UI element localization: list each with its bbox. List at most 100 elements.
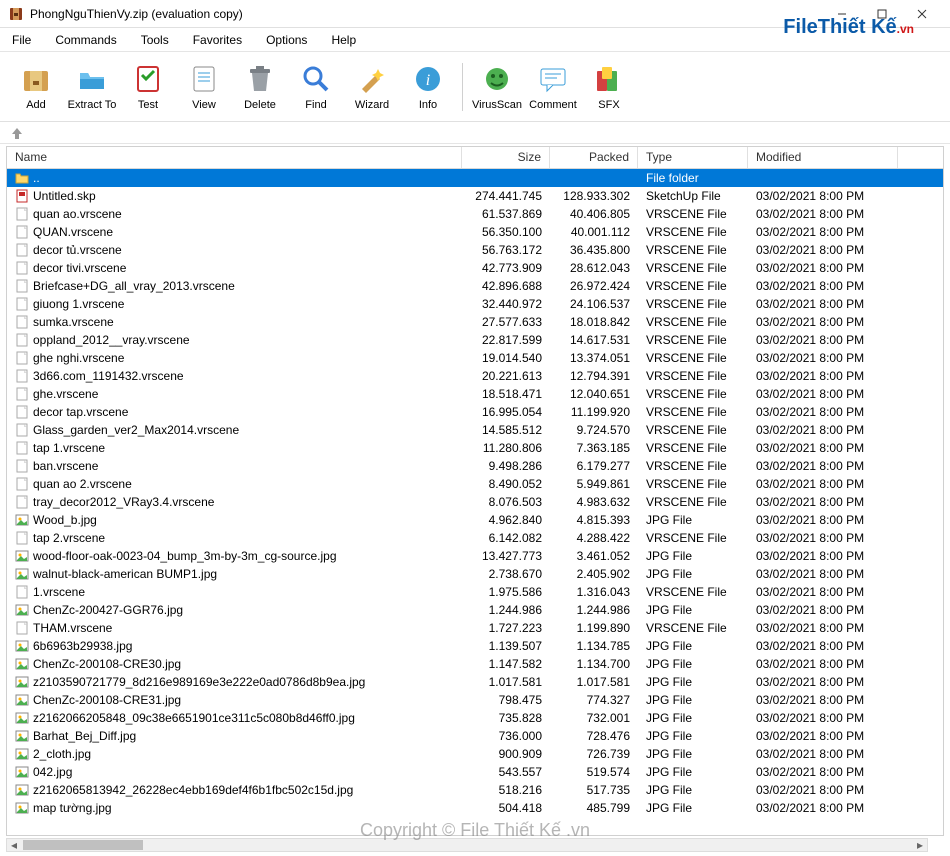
up-bar[interactable] bbox=[0, 122, 950, 144]
file-name: QUAN.vrscene bbox=[33, 225, 113, 239]
table-row[interactable]: z2162065813942_26228ec4ebb169def4f6b1fbc… bbox=[7, 781, 943, 799]
table-row[interactable]: Briefcase+DG_all_vray_2013.vrscene42.896… bbox=[7, 277, 943, 295]
file-name: tap 2.vrscene bbox=[33, 531, 105, 545]
file-packed: 3.461.052 bbox=[550, 549, 638, 563]
table-row[interactable]: ghe.vrscene18.518.47112.040.651VRSCENE F… bbox=[7, 385, 943, 403]
file-modified: 03/02/2021 8:00 PM bbox=[748, 279, 898, 293]
file-size: 735.828 bbox=[462, 711, 550, 725]
table-row[interactable]: wood-floor-oak-0023-04_bump_3m-by-3m_cg-… bbox=[7, 547, 943, 565]
table-row[interactable]: QUAN.vrscene56.350.10040.001.112VRSCENE … bbox=[7, 223, 943, 241]
file-size: 22.817.599 bbox=[462, 333, 550, 347]
file-icon bbox=[15, 333, 29, 347]
virus-button[interactable]: VirusScan bbox=[469, 56, 525, 118]
file-type: JPG File bbox=[638, 567, 748, 581]
add-button[interactable]: Add bbox=[8, 56, 64, 118]
col-packed[interactable]: Packed bbox=[550, 147, 638, 168]
table-row[interactable]: quan ao.vrscene61.537.86940.406.805VRSCE… bbox=[7, 205, 943, 223]
table-row[interactable]: z2162066205848_09c38e6651901ce311c5c080b… bbox=[7, 709, 943, 727]
table-row[interactable]: decor tap.vrscene16.995.05411.199.920VRS… bbox=[7, 403, 943, 421]
table-row[interactable]: giuong 1.vrscene32.440.97224.106.537VRSC… bbox=[7, 295, 943, 313]
file-modified: 03/02/2021 8:00 PM bbox=[748, 369, 898, 383]
table-row[interactable]: 1.vrscene1.975.5861.316.043VRSCENE File0… bbox=[7, 583, 943, 601]
minimize-button[interactable] bbox=[822, 2, 862, 26]
col-modified[interactable]: Modified bbox=[748, 147, 898, 168]
table-row[interactable]: Untitled.skp274.441.745128.933.302Sketch… bbox=[7, 187, 943, 205]
file-name: z2162066205848_09c38e6651901ce311c5c080b… bbox=[33, 711, 355, 725]
col-name[interactable]: Name bbox=[7, 147, 462, 168]
file-icon bbox=[15, 423, 29, 437]
scroll-left-icon[interactable]: ◂ bbox=[7, 839, 21, 851]
file-packed: 517.735 bbox=[550, 783, 638, 797]
file-packed: 28.612.043 bbox=[550, 261, 638, 275]
scroll-right-icon[interactable]: ▸ bbox=[913, 839, 927, 851]
file-modified: 03/02/2021 8:00 PM bbox=[748, 531, 898, 545]
file-packed: 40.406.805 bbox=[550, 207, 638, 221]
maximize-button[interactable] bbox=[862, 2, 902, 26]
menu-help[interactable]: Help bbox=[325, 31, 362, 49]
comment-button[interactable]: Comment bbox=[525, 56, 581, 118]
table-row[interactable]: z2103590721779_8d216e989169e3e222e0ad078… bbox=[7, 673, 943, 691]
file-type: JPG File bbox=[638, 657, 748, 671]
table-row[interactable]: tap 2.vrscene6.142.0824.288.422VRSCENE F… bbox=[7, 529, 943, 547]
svg-text:i: i bbox=[426, 72, 430, 89]
table-row[interactable]: ban.vrscene9.498.2866.179.277VRSCENE Fil… bbox=[7, 457, 943, 475]
table-row[interactable]: ChenZc-200108-CRE30.jpg1.147.5821.134.70… bbox=[7, 655, 943, 673]
table-row[interactable]: Barhat_Bej_Diff.jpg736.000728.476JPG Fil… bbox=[7, 727, 943, 745]
table-row[interactable]: quan ao 2.vrscene8.490.0525.949.861VRSCE… bbox=[7, 475, 943, 493]
file-type: VRSCENE File bbox=[638, 441, 748, 455]
test-button[interactable]: Test bbox=[120, 56, 176, 118]
col-size[interactable]: Size bbox=[462, 147, 550, 168]
file-rows[interactable]: ..File folderUntitled.skp274.441.745128.… bbox=[7, 169, 943, 835]
table-row[interactable]: sumka.vrscene27.577.63318.018.842VRSCENE… bbox=[7, 313, 943, 331]
wizard-button[interactable]: Wizard bbox=[344, 56, 400, 118]
file-type: JPG File bbox=[638, 603, 748, 617]
file-size: 20.221.613 bbox=[462, 369, 550, 383]
table-row[interactable]: 042.jpg543.557519.574JPG File03/02/2021 … bbox=[7, 763, 943, 781]
table-row[interactable]: ghe nghi.vrscene19.014.54013.374.051VRSC… bbox=[7, 349, 943, 367]
table-row[interactable]: oppland_2012__vray.vrscene22.817.59914.6… bbox=[7, 331, 943, 349]
close-button[interactable] bbox=[902, 2, 942, 26]
extract-button[interactable]: Extract To bbox=[64, 56, 120, 118]
table-row[interactable]: 3d66.com_1191432.vrscene20.221.61312.794… bbox=[7, 367, 943, 385]
toolbar-label: Wizard bbox=[355, 99, 389, 111]
table-row[interactable]: THAM.vrscene1.727.2231.199.890VRSCENE Fi… bbox=[7, 619, 943, 637]
delete-button[interactable]: Delete bbox=[232, 56, 288, 118]
menu-options[interactable]: Options bbox=[260, 31, 313, 49]
table-row[interactable]: Glass_garden_ver2_Max2014.vrscene14.585.… bbox=[7, 421, 943, 439]
table-row[interactable]: ChenZc-200427-GGR76.jpg1.244.9861.244.98… bbox=[7, 601, 943, 619]
menu-file[interactable]: File bbox=[6, 31, 37, 49]
menu-favorites[interactable]: Favorites bbox=[187, 31, 248, 49]
file-icon bbox=[15, 189, 29, 203]
file-name: wood-floor-oak-0023-04_bump_3m-by-3m_cg-… bbox=[33, 549, 337, 563]
table-row[interactable]: map tường.jpg504.418485.799JPG File03/02… bbox=[7, 799, 943, 817]
table-row[interactable]: Wood_b.jpg4.962.8404.815.393JPG File03/0… bbox=[7, 511, 943, 529]
view-button[interactable]: View bbox=[176, 56, 232, 118]
file-packed: 5.949.861 bbox=[550, 477, 638, 491]
file-type: JPG File bbox=[638, 783, 748, 797]
menu-commands[interactable]: Commands bbox=[49, 31, 122, 49]
menu-tools[interactable]: Tools bbox=[135, 31, 175, 49]
sfx-button[interactable]: SFX bbox=[581, 56, 637, 118]
table-row[interactable]: tray_decor2012_VRay3.4.vrscene8.076.5034… bbox=[7, 493, 943, 511]
parent-folder-row[interactable]: ..File folder bbox=[7, 169, 943, 187]
file-size: 736.000 bbox=[462, 729, 550, 743]
scroll-thumb[interactable] bbox=[23, 840, 143, 850]
table-row[interactable]: decor tivi.vrscene42.773.90928.612.043VR… bbox=[7, 259, 943, 277]
file-packed: 1.017.581 bbox=[550, 675, 638, 689]
file-size: 32.440.972 bbox=[462, 297, 550, 311]
file-name: decor tivi.vrscene bbox=[33, 261, 126, 275]
table-row[interactable]: 6b6963b29938.jpg1.139.5071.134.785JPG Fi… bbox=[7, 637, 943, 655]
table-row[interactable]: walnut-black-american BUMP1.jpg2.738.670… bbox=[7, 565, 943, 583]
info-button[interactable]: i Info bbox=[400, 56, 456, 118]
table-row[interactable]: ChenZc-200108-CRE31.jpg798.475774.327JPG… bbox=[7, 691, 943, 709]
horizontal-scrollbar[interactable]: ◂ ▸ bbox=[6, 838, 928, 852]
file-modified: 03/02/2021 8:00 PM bbox=[748, 549, 898, 563]
col-type[interactable]: Type bbox=[638, 147, 748, 168]
table-row[interactable]: decor tủ.vrscene56.763.17236.435.800VRSC… bbox=[7, 241, 943, 259]
table-row[interactable]: 2_cloth.jpg900.909726.739JPG File03/02/2… bbox=[7, 745, 943, 763]
toolbar-label: Info bbox=[419, 99, 437, 111]
file-packed: 11.199.920 bbox=[550, 405, 638, 419]
find-button[interactable]: Find bbox=[288, 56, 344, 118]
table-row[interactable]: tap 1.vrscene11.280.8067.363.185VRSCENE … bbox=[7, 439, 943, 457]
toolbar-separator bbox=[462, 63, 463, 111]
